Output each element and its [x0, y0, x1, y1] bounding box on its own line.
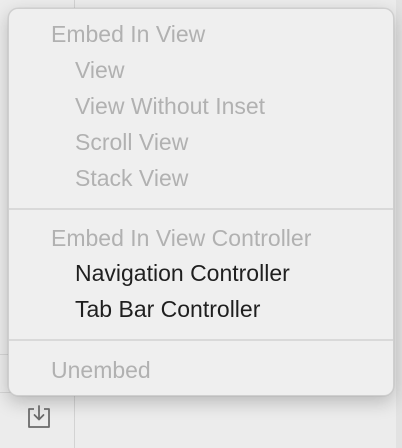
embed-in-button[interactable]: [26, 404, 52, 430]
menu-item-view: View: [75, 57, 125, 83]
menu-item-navigation-controller[interactable]: Navigation Controller: [9, 256, 393, 290]
menu-item-scroll-view: Scroll View: [75, 129, 189, 155]
menu-header-embed-in-view: Embed In View: [51, 21, 206, 47]
menu-item-view-without-inset: View Without Inset: [75, 93, 266, 119]
right-edge-strip: [396, 0, 402, 448]
menu-separator: [9, 339, 393, 341]
menu-header-embed-in-view-controller: Embed In View Controller: [51, 225, 312, 251]
menu-item-stack-view: Stack View: [75, 165, 189, 191]
embed-menu: Embed In View View View Without Inset Sc…: [8, 8, 394, 396]
embed-in-icon: [28, 405, 50, 428]
menu-separator: [9, 208, 393, 210]
menu-item-unembed: Unembed: [51, 357, 151, 383]
menu-item-tab-bar-controller[interactable]: Tab Bar Controller: [9, 292, 393, 326]
